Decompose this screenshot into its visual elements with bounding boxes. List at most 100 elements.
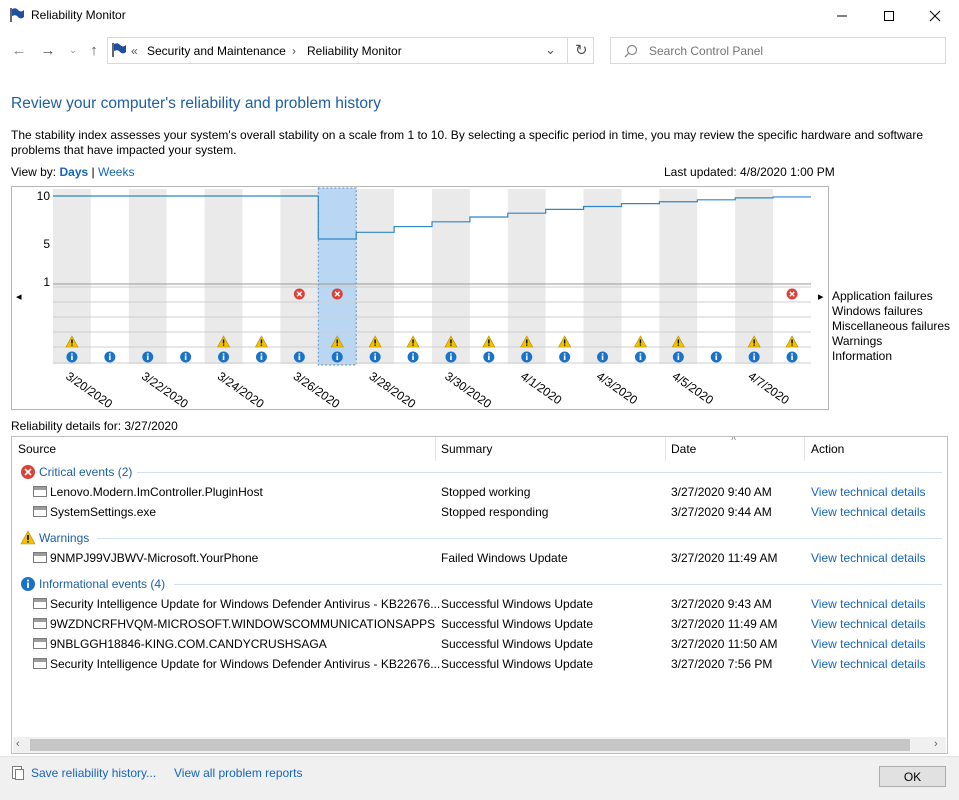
table-row[interactable]: Security Intelligence Update for Windows…	[12, 594, 947, 614]
x-tick-label: 3/30/2020	[442, 369, 494, 409]
table-row[interactable]: 9NBLGGH18846-KING.COM.CANDYCRUSHSAGA Succ…	[12, 634, 947, 654]
info-event-icon-glyph	[753, 353, 755, 355]
info-event-icon-glyph	[184, 355, 187, 360]
back-arrow-icon: ←	[11, 41, 27, 59]
close-button[interactable]	[912, 0, 958, 31]
row-date: 3/27/2020 11:49 AM	[671, 551, 778, 565]
row-date: 3/27/2020 11:49 AM	[671, 617, 778, 631]
chart-day-column[interactable]	[697, 189, 736, 364]
warning-event-icon-glyph	[260, 339, 263, 344]
column-source[interactable]: Source	[18, 442, 56, 456]
group-title: Critical events (2)	[39, 465, 133, 479]
refresh-icon[interactable]: ↻	[575, 41, 588, 59]
info-event-icon-glyph	[488, 353, 490, 355]
view-technical-details-link[interactable]: View technical details	[811, 597, 926, 611]
row-source: 9NMPJ99VJBWV-Microsoft.YourPhone	[50, 551, 259, 565]
warning-icon	[20, 530, 36, 545]
scroll-right-icon[interactable]: ›	[934, 738, 938, 750]
back-button[interactable]: ←	[9, 40, 29, 60]
address-dropdown-icon[interactable]: ⌄	[545, 42, 556, 58]
warning-event-icon-glyph	[71, 344, 73, 346]
row-source: SystemSettings.exe	[50, 505, 157, 519]
info-event-icon-glyph	[450, 353, 452, 355]
address-bar[interactable]: « Security and Maintenance › Reliability…	[107, 37, 594, 64]
group-header-info[interactable]: Informational events (4)	[20, 575, 165, 593]
recent-pages-button[interactable]: ⌄	[63, 40, 83, 60]
forward-button[interactable]: →	[38, 40, 58, 60]
breadcrumb-overflow[interactable]: «	[131, 44, 138, 58]
table-row[interactable]: 9NMPJ99VJBWV-Microsoft.YourPhone Failed W…	[12, 548, 947, 568]
reliability-chart[interactable]: 10 5 1 3/20/2020 3/22/2020 3/24/2020 3/26/2020…	[11, 186, 829, 411]
x-tick-label: 3/26/2020	[291, 369, 343, 409]
info-event-icon-glyph	[298, 355, 301, 360]
view-by-weeks-link[interactable]: Weeks	[98, 165, 134, 179]
minimize-button[interactable]	[819, 0, 865, 31]
group-title: Warnings	[39, 531, 90, 545]
warning-event-icon-glyph	[222, 344, 225, 346]
info-event-icon-glyph	[525, 355, 528, 360]
search-input[interactable]	[647, 41, 931, 61]
warning-event-icon-glyph	[374, 344, 376, 346]
close-icon	[929, 10, 941, 21]
table-row[interactable]: 9WZDNCRFHVQM-MICROSOFT.WINDOWSCOMMUNICAT…	[12, 614, 947, 634]
group-header-critical[interactable]: Critical events (2)	[20, 463, 132, 481]
chart-day-column[interactable]	[280, 189, 319, 364]
save-reliability-history-link[interactable]: Save reliability history...	[31, 766, 156, 780]
warning-event-icon-glyph	[71, 339, 73, 344]
maximize-button[interactable]	[866, 0, 912, 31]
x-tick-label: 3/24/2020	[215, 369, 267, 409]
view-by-days-link[interactable]: Days	[59, 165, 88, 179]
chart-day-column[interactable]	[90, 189, 129, 364]
table-row[interactable]: SystemSettings.exe Stopped responding 3/27…	[12, 502, 947, 522]
info-event-icon-glyph	[753, 355, 755, 360]
page-title: Review your computer's reliability and p…	[11, 95, 381, 112]
warning-event-icon-glyph	[563, 344, 566, 346]
view-technical-details-link[interactable]: View technical details	[811, 617, 926, 631]
info-event-icon-glyph	[677, 353, 680, 355]
warning-event-icon-glyph	[374, 339, 376, 344]
search-box[interactable]	[610, 37, 946, 64]
chart-row-legend: Application failures Windows failures Mi…	[832, 289, 950, 364]
chart-day-column[interactable]	[128, 189, 167, 364]
group-header-warning[interactable]: Warnings	[20, 529, 89, 547]
column-summary[interactable]: Summary	[441, 442, 492, 456]
info-event-icon-glyph	[109, 355, 111, 360]
view-technical-details-link[interactable]: View technical details	[811, 657, 926, 671]
flag-icon	[112, 43, 126, 57]
scrollbar-thumb[interactable]	[30, 739, 910, 751]
warning-event-icon-glyph	[639, 339, 642, 344]
breadcrumb-security[interactable]: Security and Maintenance	[147, 44, 286, 58]
details-list[interactable]: Source Summary Date ˄ Action Critical ev…	[11, 436, 948, 754]
chart-scroll-left-icon[interactable]: ◂	[16, 291, 22, 303]
table-row[interactable]: Lenovo.Modern.ImController.PluginHost Sto…	[12, 482, 947, 502]
divider	[435, 437, 436, 461]
title-bar: Reliability Monitor	[0, 0, 959, 31]
info-icon	[21, 577, 35, 591]
up-button[interactable]: ↑	[84, 40, 104, 60]
flag-icon	[10, 8, 24, 22]
breadcrumb-reliability[interactable]: Reliability Monitor	[307, 44, 402, 58]
view-technical-details-link[interactable]: View technical details	[811, 551, 926, 565]
info-event-icon-glyph	[488, 355, 490, 360]
breadcrumb-separator-icon: ›	[292, 44, 296, 58]
view-technical-details-link[interactable]: View technical details	[811, 637, 926, 651]
row-summary: Successful Windows Update	[441, 637, 594, 651]
view-by: View by: Days | Weeks	[11, 165, 134, 179]
horizontal-scrollbar[interactable]: ‹ ›	[13, 737, 946, 753]
column-date[interactable]: Date	[671, 442, 696, 456]
table-row[interactable]: Security Intelligence Update for Windows…	[12, 654, 947, 674]
column-action[interactable]: Action	[811, 442, 844, 456]
chart-day-column[interactable]	[166, 189, 205, 364]
reliability-chart-svg[interactable]: 10 5 1 3/20/2020 3/22/2020 3/24/2020 3/26/2020…	[12, 187, 828, 411]
x-tick-label: 4/1/2020	[518, 369, 565, 407]
info-event-icon-glyph	[336, 355, 339, 360]
view-problem-reports-link[interactable]: View all problem reports	[174, 766, 303, 780]
minimize-icon	[837, 15, 847, 16]
view-technical-details-link[interactable]: View technical details	[811, 485, 926, 499]
scroll-left-icon[interactable]: ‹	[16, 738, 20, 750]
view-technical-details-link[interactable]: View technical details	[811, 505, 926, 519]
ok-button[interactable]: OK	[879, 766, 946, 787]
chart-day-column[interactable]	[583, 189, 622, 364]
warning-event-icon-glyph	[639, 344, 642, 346]
chart-scroll-right-icon[interactable]: ▸	[818, 291, 824, 303]
